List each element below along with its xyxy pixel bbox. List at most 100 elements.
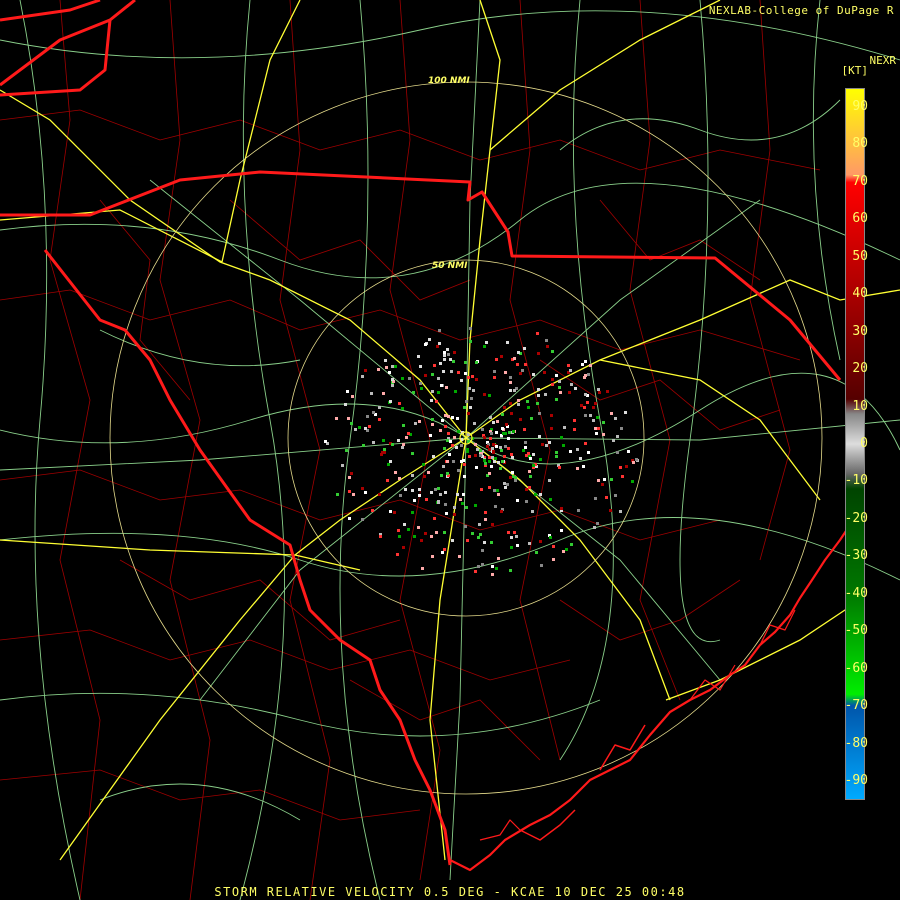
velocity-pixel <box>386 479 389 482</box>
velocity-pixel <box>383 448 386 451</box>
velocity-pixel <box>361 375 364 378</box>
ring-label-50: 50 NMI <box>432 261 468 271</box>
velocity-pixel <box>513 389 516 392</box>
velocity-pixel <box>433 517 436 520</box>
velocity-pixel <box>418 488 421 491</box>
velocity-pixel <box>341 464 344 467</box>
velocity-pixel <box>401 446 404 449</box>
velocity-pixel <box>519 418 522 421</box>
velocity-pixel <box>436 345 439 348</box>
velocity-pixel <box>387 463 390 466</box>
velocity-pixel <box>451 444 454 447</box>
velocity-pixel <box>568 391 571 394</box>
velocity-pixel <box>463 406 466 409</box>
velocity-pixel <box>336 493 339 496</box>
velocity-pixel <box>389 510 392 513</box>
velocity-pixel <box>540 564 543 567</box>
velocity-pixel <box>544 393 547 396</box>
velocity-pixel <box>378 418 381 421</box>
velocity-pixel <box>472 389 475 392</box>
velocity-pixel <box>448 453 451 456</box>
velocity-pixel <box>358 426 361 429</box>
color-scale-tick: 40 <box>852 286 868 302</box>
velocity-pixel <box>401 407 404 410</box>
velocity-pixel <box>477 536 480 539</box>
velocity-pixel <box>495 445 498 448</box>
product-label: NEXR <box>869 54 897 67</box>
color-scale-tick: 0 <box>860 436 868 451</box>
velocity-pixel <box>565 548 568 551</box>
velocity-pixel <box>463 475 466 478</box>
velocity-pixel <box>442 370 445 373</box>
velocity-pixel <box>511 456 514 459</box>
velocity-pixel <box>464 372 467 375</box>
velocity-pixel <box>625 465 628 468</box>
velocity-pixel <box>389 460 392 463</box>
velocity-pixel <box>610 478 613 481</box>
velocity-pixel <box>474 443 477 446</box>
ring-label-100: 100 NMI <box>428 76 470 86</box>
velocity-pixel <box>424 374 427 377</box>
velocity-pixel <box>453 351 456 354</box>
velocity-pixel <box>506 483 509 486</box>
velocity-pixel <box>477 565 480 568</box>
velocity-pixel <box>510 536 513 539</box>
velocity-pixel <box>509 376 512 379</box>
velocity-pixel <box>516 499 519 502</box>
velocity-pixel <box>524 441 527 444</box>
color-scale-tick: 60 <box>852 211 868 227</box>
color-scale-tick: -90 <box>844 773 868 789</box>
color-scale-tick: 20 <box>852 361 868 377</box>
velocity-pixel <box>597 479 600 482</box>
velocity-pixel <box>425 498 428 501</box>
velocity-pixel <box>538 412 541 415</box>
velocity-pixel <box>536 332 539 335</box>
velocity-pixel <box>592 406 595 409</box>
velocity-pixel <box>484 462 487 465</box>
velocity-pixel <box>382 439 385 442</box>
velocity-pixel <box>517 403 520 406</box>
velocity-pixel <box>440 384 443 387</box>
velocity-pixel <box>580 404 583 407</box>
velocity-pixel <box>480 488 483 491</box>
velocity-pixel <box>348 517 351 520</box>
velocity-pixel <box>510 546 513 549</box>
velocity-pixel <box>445 512 448 515</box>
velocity-pixel <box>609 509 612 512</box>
velocity-pixel <box>499 446 502 449</box>
color-scale-tick: -30 <box>844 548 868 564</box>
velocity-pixel <box>481 563 484 566</box>
velocity-pixel <box>522 449 525 452</box>
velocity-pixel <box>627 450 630 453</box>
velocity-pixel <box>442 465 445 468</box>
velocity-pixel <box>469 406 472 409</box>
velocity-pixel <box>488 472 491 475</box>
velocity-pixel <box>503 482 506 485</box>
velocity-pixel <box>350 422 353 425</box>
velocity-pixel <box>462 459 465 462</box>
velocity-pixel <box>434 488 437 491</box>
velocity-pixel <box>528 470 531 473</box>
velocity-pixel <box>347 417 350 420</box>
velocity-pixel <box>519 372 522 375</box>
velocity-pixel <box>398 477 401 480</box>
velocity-pixel <box>430 491 433 494</box>
color-scale-tick: 50 <box>852 248 868 264</box>
velocity-pixel <box>496 420 499 423</box>
velocity-pixel <box>596 416 599 419</box>
velocity-pixel <box>478 523 481 526</box>
velocity-pixel <box>501 427 504 430</box>
velocity-pixel <box>491 523 494 526</box>
velocity-pixel <box>461 502 464 505</box>
velocity-pixel <box>479 449 482 452</box>
velocity-pixel <box>452 460 455 463</box>
product-footer: STORM RELATIVE VELOCITY 0.5 DEG - KCAE 1… <box>214 885 686 899</box>
velocity-pixel <box>458 555 461 558</box>
velocity-pixel <box>529 457 532 460</box>
velocity-pixel <box>403 523 406 526</box>
velocity-pixel <box>537 352 540 355</box>
velocity-pixel <box>378 406 381 409</box>
velocity-pixel <box>504 486 507 489</box>
velocity-pixel <box>344 403 347 406</box>
velocity-pixel <box>417 526 420 529</box>
